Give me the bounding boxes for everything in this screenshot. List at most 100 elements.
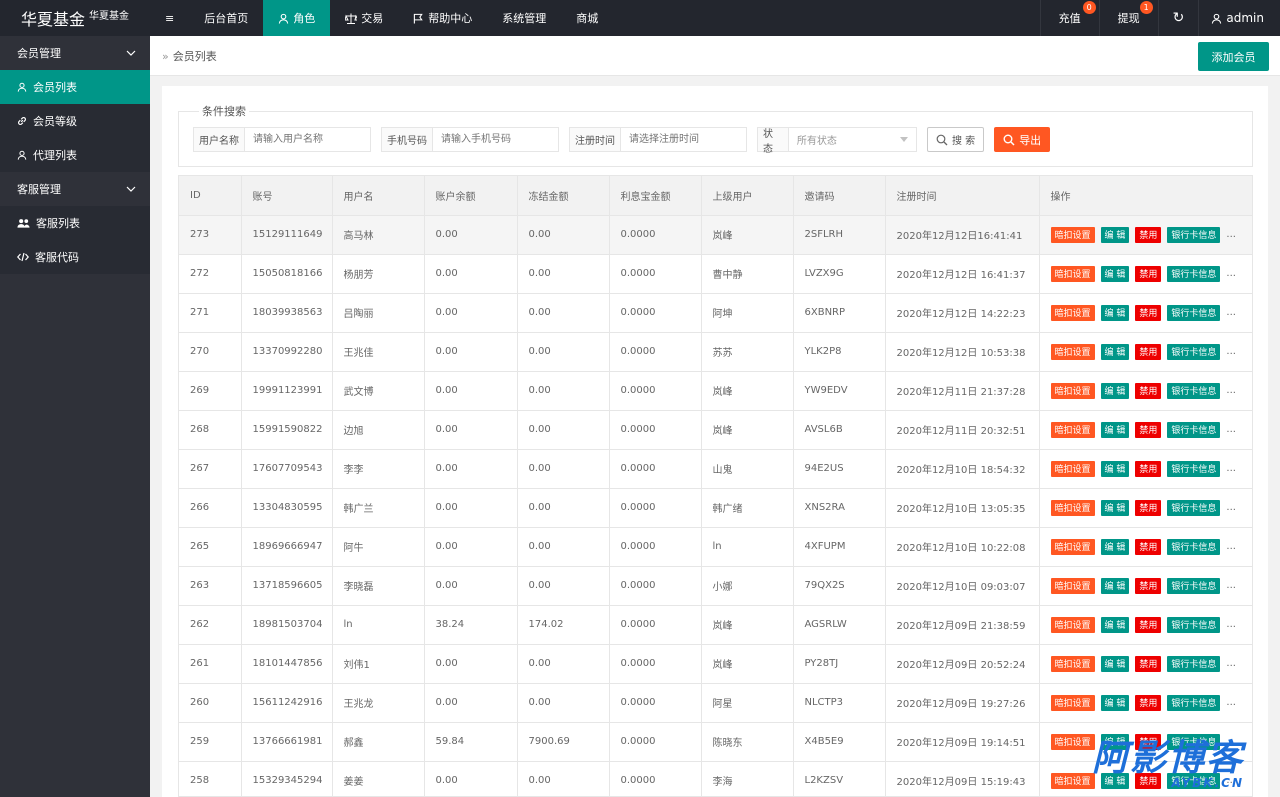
nav-system[interactable]: 系统管理 [487, 0, 561, 36]
disable-button[interactable]: 禁用 [1135, 265, 1162, 282]
edit-button[interactable]: 编 辑 [1100, 421, 1130, 438]
refresh-button[interactable]: ↻ [1157, 0, 1199, 36]
deduct-settings-button[interactable]: 暗扣设置 [1050, 499, 1095, 516]
edit-button[interactable]: 编 辑 [1100, 616, 1130, 633]
export-button[interactable]: 导出 [994, 127, 1051, 152]
more-actions-button[interactable]: ... [1226, 697, 1236, 708]
header-balance[interactable]: 账户余额 [424, 176, 518, 216]
bank-card-button[interactable]: 银行卡信息 [1167, 577, 1221, 594]
edit-button[interactable]: 编 辑 [1100, 460, 1130, 477]
header-account[interactable]: 账号 [241, 176, 333, 216]
deduct-settings-button[interactable]: 暗扣设置 [1050, 538, 1095, 555]
deduct-settings-button[interactable]: 暗扣设置 [1050, 772, 1095, 789]
edit-button[interactable]: 编 辑 [1100, 538, 1130, 555]
table-row[interactable]: 263 13718596605 李晓磊 0.00 0.00 0.0000 小娜 79QX2S 2… [179, 566, 1252, 606]
more-actions-button[interactable]: ... [1226, 268, 1236, 279]
table-row[interactable]: 272 15050818166 杨朋芳 0.00 0.00 0.0000 曹中静 LVZX9G… [179, 254, 1252, 294]
disable-button[interactable]: 禁用 [1135, 460, 1162, 477]
table-row[interactable]: 265 18969666947 阿牛 0.00 0.00 0.0000 ln 4XFUPM 20… [179, 527, 1252, 567]
bank-card-button[interactable]: 银行卡信息 [1167, 655, 1221, 672]
add-member-button[interactable]: 添加会员 [1198, 42, 1269, 71]
more-actions-button[interactable]: ... [1226, 463, 1236, 474]
bank-card-button[interactable]: 银行卡信息 [1167, 343, 1221, 360]
disable-button[interactable]: 禁用 [1135, 499, 1162, 516]
deduct-settings-button[interactable]: 暗扣设置 [1050, 265, 1095, 282]
sidebar-item-service-code[interactable]: 客服代码 [0, 240, 150, 274]
sidebar-group-service[interactable]: 客服管理 [0, 172, 150, 206]
user-menu[interactable]: admin [1198, 0, 1280, 36]
deduct-settings-button[interactable]: 暗扣设置 [1050, 616, 1095, 633]
disable-button[interactable]: 禁用 [1135, 343, 1162, 360]
deduct-settings-button[interactable]: 暗扣设置 [1050, 694, 1095, 711]
bank-card-button[interactable]: 银行卡信息 [1167, 460, 1221, 477]
nav-mall[interactable]: 商城 [561, 0, 613, 36]
deduct-settings-button[interactable]: 暗扣设置 [1050, 577, 1095, 594]
bank-card-button[interactable]: 银行卡信息 [1167, 226, 1221, 243]
table-row[interactable]: 269 19991123991 武文博 0.00 0.00 0.0000 岚峰 YW9EDV 2… [179, 371, 1252, 411]
deduct-settings-button[interactable]: 暗扣设置 [1050, 226, 1095, 243]
deduct-settings-button[interactable]: 暗扣设置 [1050, 655, 1095, 672]
header-frozen[interactable]: 冻结金额 [517, 176, 610, 216]
disable-button[interactable]: 禁用 [1135, 616, 1162, 633]
disable-button[interactable]: 禁用 [1135, 304, 1162, 321]
deduct-settings-button[interactable]: 暗扣设置 [1050, 460, 1095, 477]
sidebar-item-agent-list[interactable]: 代理列表 [0, 138, 150, 172]
deduct-settings-button[interactable]: 暗扣设置 [1050, 733, 1095, 750]
nav-help[interactable]: 帮助中心 [398, 0, 487, 36]
phone-input[interactable] [433, 128, 553, 151]
more-actions-button[interactable]: ... [1226, 385, 1236, 396]
disable-button[interactable]: 禁用 [1135, 421, 1162, 438]
disable-button[interactable]: 禁用 [1135, 694, 1162, 711]
more-actions-button[interactable]: ... [1226, 307, 1236, 318]
edit-button[interactable]: 编 辑 [1100, 655, 1130, 672]
sidebar-item-member-list[interactable]: 会员列表 [0, 70, 150, 104]
disable-button[interactable]: 禁用 [1135, 655, 1162, 672]
sidebar-item-member-level[interactable]: 会员等级 [0, 104, 150, 138]
edit-button[interactable]: 编 辑 [1100, 226, 1130, 243]
username-input[interactable] [245, 128, 365, 151]
disable-button[interactable]: 禁用 [1135, 538, 1162, 555]
table-row[interactable]: 260 15611242916 王兆龙 0.00 0.00 0.0000 阿星 NLCTP3 2… [179, 683, 1252, 723]
status-select[interactable]: 所有状态 [789, 128, 916, 151]
edit-button[interactable]: 编 辑 [1100, 343, 1130, 360]
deduct-settings-button[interactable]: 暗扣设置 [1050, 343, 1095, 360]
more-actions-button[interactable]: ... [1226, 424, 1236, 435]
more-actions-button[interactable]: ... [1226, 619, 1236, 630]
deduct-settings-button[interactable]: 暗扣设置 [1050, 421, 1095, 438]
table-row[interactable]: 261 18101447856 刘伟1 0.00 0.00 0.0000 岚峰 PY28TJ 2… [179, 644, 1252, 684]
header-reg-time[interactable]: 注册时间 [885, 176, 1040, 216]
sidebar-group-member[interactable]: 会员管理 [0, 36, 150, 70]
bank-card-button[interactable]: 银行卡信息 [1167, 694, 1221, 711]
edit-button[interactable]: 编 辑 [1100, 577, 1130, 594]
table-row[interactable]: 271 18039938563 吕陶丽 0.00 0.00 0.0000 阿坤 6XBNRP 2… [179, 293, 1252, 333]
header-interest[interactable]: 利息宝金额 [609, 176, 702, 216]
table-row[interactable]: 270 13370992280 王兆佳 0.00 0.00 0.0000 苏苏 YLK2P8 2… [179, 332, 1252, 372]
withdraw-button[interactable]: 提现 1 [1098, 0, 1158, 36]
edit-button[interactable]: 编 辑 [1100, 382, 1130, 399]
bank-card-button[interactable]: 银行卡信息 [1167, 304, 1221, 321]
deduct-settings-button[interactable]: 暗扣设置 [1050, 304, 1095, 321]
sidebar-item-service-list[interactable]: 客服列表 [0, 206, 150, 240]
table-row[interactable]: 266 13304830595 韩广兰 0.00 0.00 0.0000 韩广绪 XNS2RA… [179, 488, 1252, 528]
bank-card-button[interactable]: 银行卡信息 [1167, 538, 1221, 555]
deduct-settings-button[interactable]: 暗扣设置 [1050, 382, 1095, 399]
search-button[interactable]: 搜 索 [927, 127, 985, 152]
bank-card-button[interactable]: 银行卡信息 [1167, 499, 1221, 516]
header-id[interactable]: ID [179, 176, 242, 216]
disable-button[interactable]: 禁用 [1135, 577, 1162, 594]
more-actions-button[interactable]: ... [1226, 346, 1236, 357]
edit-button[interactable]: 编 辑 [1100, 694, 1130, 711]
recharge-button[interactable]: 充值 0 [1039, 0, 1099, 36]
header-invite-code[interactable]: 邀请码 [793, 176, 886, 216]
bank-card-button[interactable]: 银行卡信息 [1167, 421, 1221, 438]
nav-role[interactable]: 角色 [263, 0, 331, 36]
disable-button[interactable]: 禁用 [1135, 226, 1162, 243]
menu-toggle-button[interactable]: ≡ [150, 0, 189, 36]
edit-button[interactable]: 编 辑 [1100, 499, 1130, 516]
more-actions-button[interactable]: ... [1226, 580, 1236, 591]
nav-trade[interactable]: 交易 [330, 0, 398, 36]
regtime-input[interactable] [621, 128, 741, 151]
edit-button[interactable]: 编 辑 [1100, 304, 1130, 321]
more-actions-button[interactable]: ... [1226, 502, 1236, 513]
bank-card-button[interactable]: 银行卡信息 [1167, 382, 1221, 399]
